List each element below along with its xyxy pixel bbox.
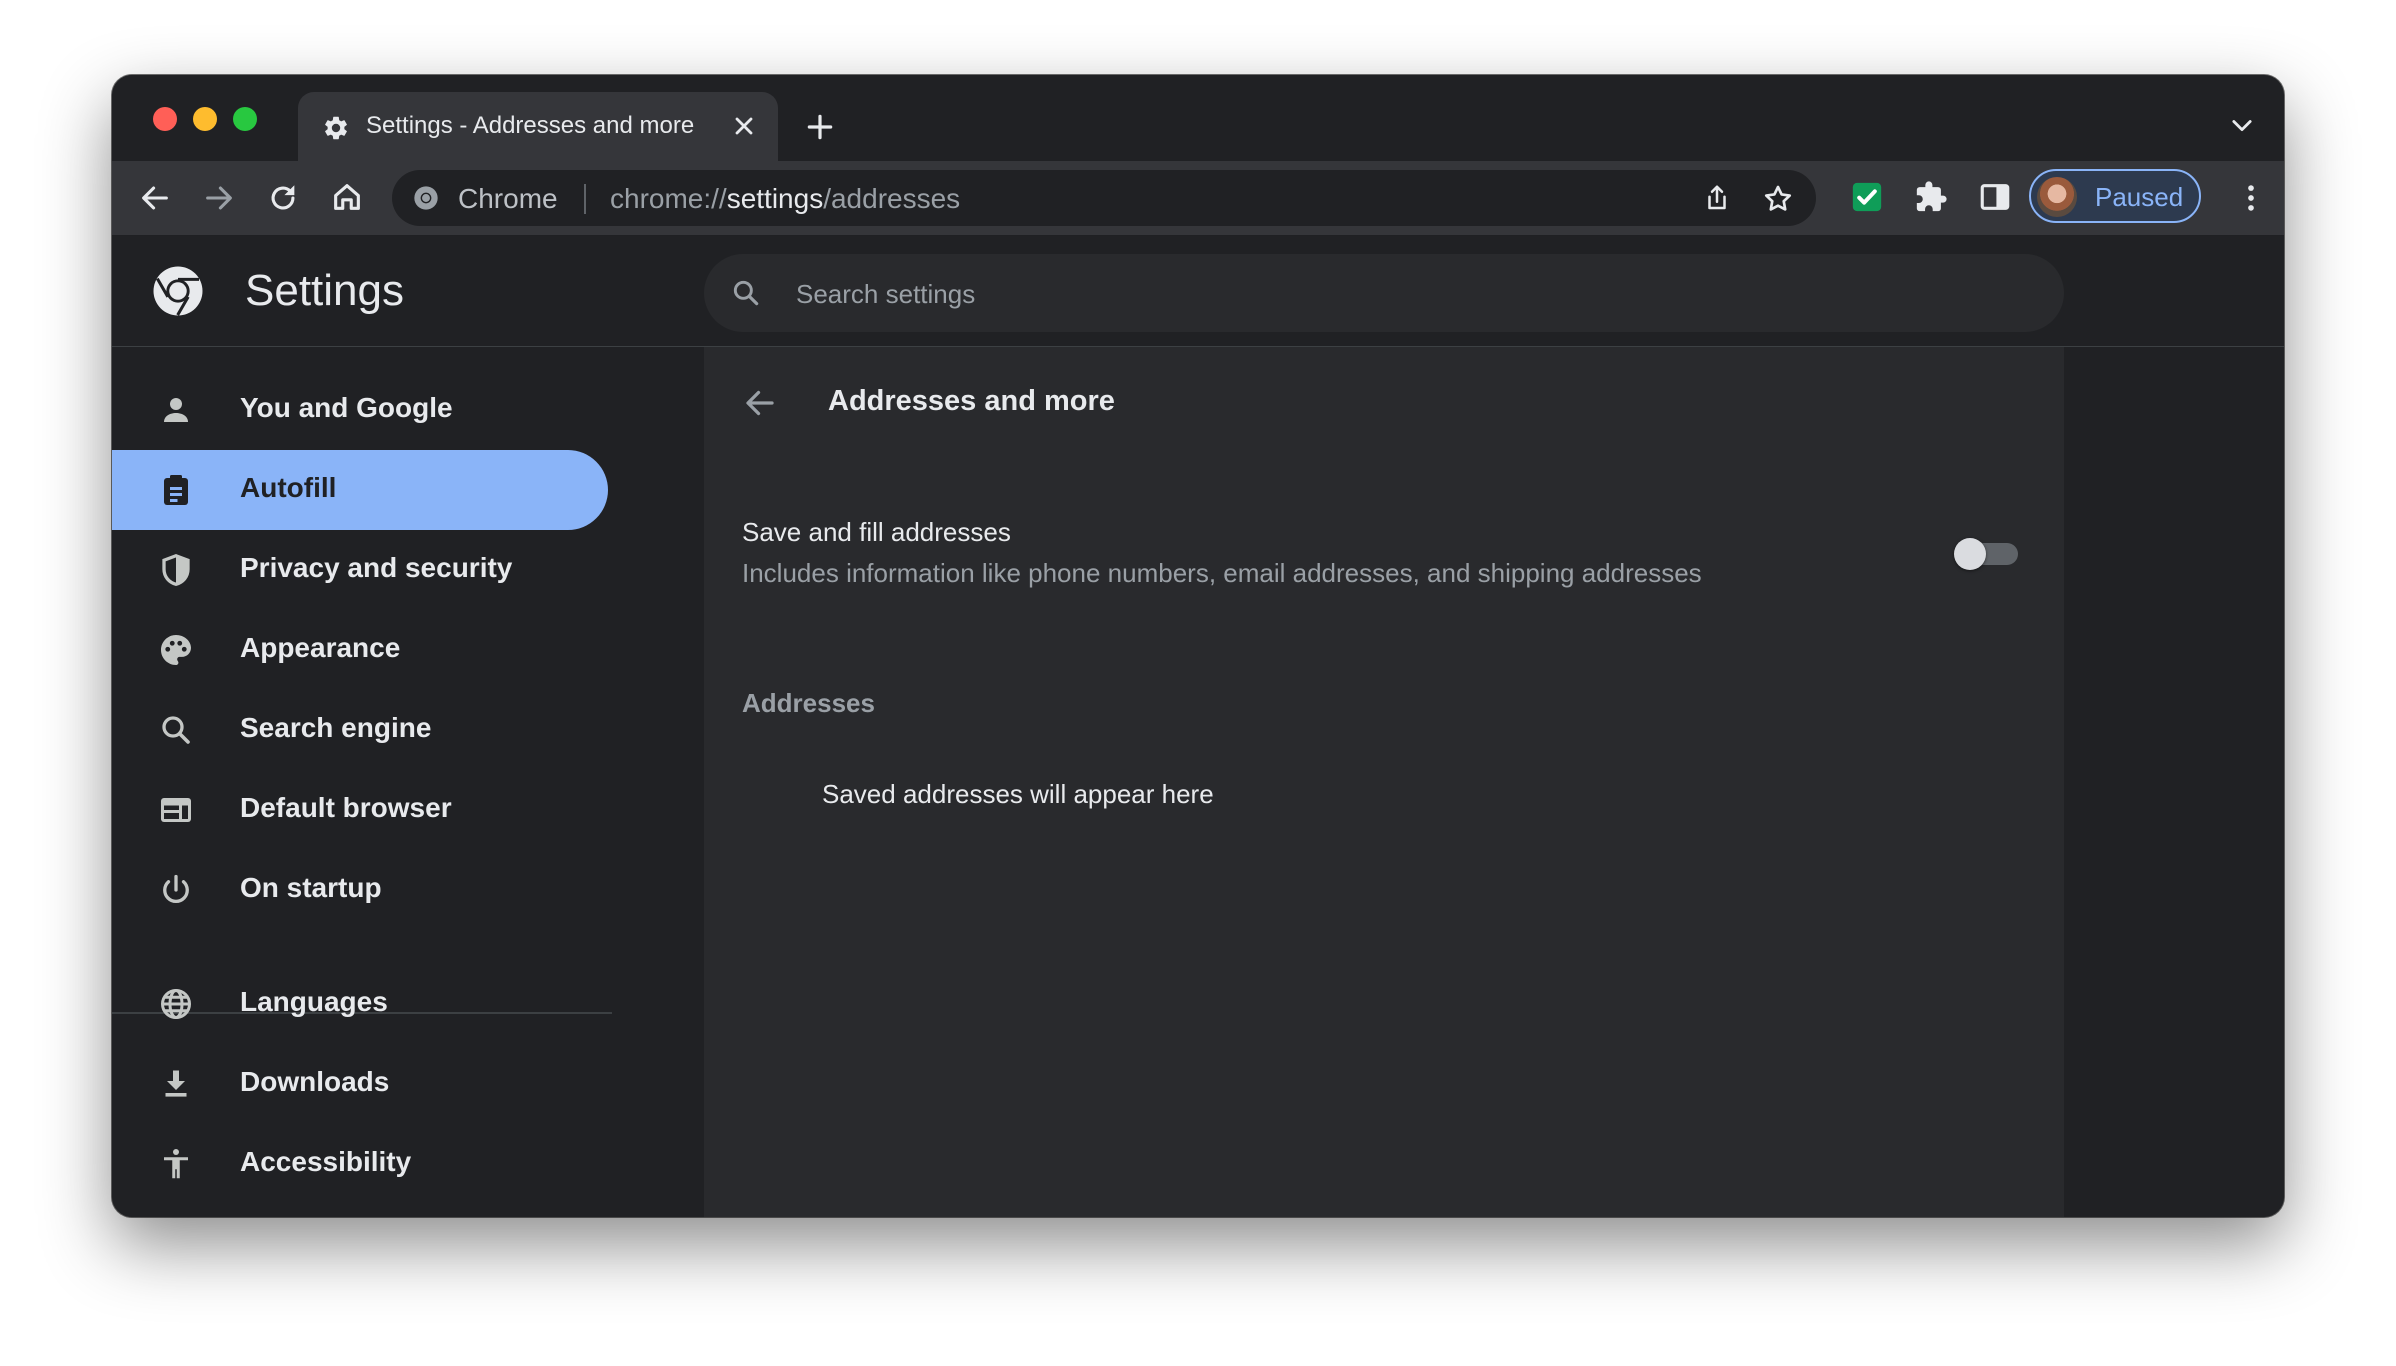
sidebar-item-label: Autofill — [240, 472, 337, 503]
puzzle-icon[interactable] — [1914, 180, 1948, 214]
tab-settings[interactable]: Settings - Addresses and more — [298, 92, 778, 161]
addresses-heading: Addresses — [742, 688, 875, 718]
sidebar-item-label: Appearance — [240, 632, 401, 663]
url-scheme: chrome:// — [610, 183, 727, 214]
home-icon[interactable] — [330, 180, 364, 214]
maximize-window-button[interactable] — [233, 107, 257, 131]
sidebar-item-default-browser[interactable]: Default browser — [112, 770, 608, 850]
forward-icon[interactable] — [202, 181, 236, 215]
back-icon[interactable] — [138, 181, 172, 215]
sidebar-item-label: On startup — [240, 872, 382, 903]
tab-title: Settings - Addresses and more — [366, 112, 695, 139]
sidebar-item-label: Languages — [240, 986, 388, 1017]
share-icon[interactable] — [1702, 183, 1732, 213]
chrome-icon — [414, 186, 438, 210]
bookmark-star-icon[interactable] — [1762, 183, 1794, 215]
palette-icon — [161, 635, 191, 665]
settings-card: Addresses and more Save and fill address… — [704, 347, 2064, 1217]
tab-strip: Settings - Addresses and more — [112, 75, 2284, 161]
person-icon — [164, 398, 188, 422]
new-tab-icon[interactable] — [804, 111, 836, 143]
save-fill-addresses-description: Includes information like phone numbers,… — [742, 558, 1702, 588]
browser-icon — [161, 798, 191, 822]
sidebar-item-search-engine[interactable]: Search engine — [112, 690, 608, 770]
url-text[interactable]: chrome://settings/addresses — [610, 183, 960, 215]
globe-icon — [161, 989, 191, 1019]
sidebar-item-label: Downloads — [240, 1066, 390, 1097]
sidebar-item-languages[interactable]: Languages — [112, 964, 608, 1044]
omnibox-separator — [584, 184, 586, 214]
search-icon — [162, 716, 190, 744]
toolbar: Chrome chrome://settings/addresses Pause… — [112, 161, 2284, 236]
accessibility-icon — [164, 1149, 188, 1179]
save-fill-addresses-toggle[interactable] — [1954, 538, 2018, 570]
clipboard-icon — [164, 475, 188, 505]
profile-status: Paused — [2095, 182, 2184, 212]
more-menu-icon[interactable] — [2234, 181, 2268, 215]
sidebar: You and Google Autofill Privacy and secu… — [112, 347, 712, 1217]
sidebar-item-you-and-google[interactable]: You and Google — [112, 370, 608, 450]
sidebar-item-on-startup[interactable]: On startup — [112, 850, 608, 930]
sidebar-item-label: Accessibility — [240, 1146, 412, 1177]
toggle-knob — [1954, 538, 1986, 570]
profile-button[interactable]: Paused — [2029, 169, 2201, 223]
sidebar-item-label: You and Google — [240, 392, 453, 423]
side-panel-icon[interactable] — [1978, 180, 2012, 214]
search-icon — [733, 280, 759, 306]
sidebar-item-autofill[interactable]: Autofill — [112, 450, 608, 530]
download-icon — [165, 1070, 187, 1097]
settings-header: Settings — [112, 236, 2284, 347]
settings-search[interactable] — [704, 254, 2064, 332]
close-tab-icon[interactable] — [730, 112, 758, 140]
save-fill-addresses-label: Save and fill addresses — [742, 517, 1011, 547]
close-window-button[interactable] — [153, 107, 177, 131]
sidebar-item-accessibility[interactable]: Accessibility — [112, 1124, 608, 1204]
browser-window: Settings - Addresses and more Chrome chr… — [112, 75, 2284, 1217]
omnibox-chip: Chrome — [458, 183, 558, 214]
sidebar-item-appearance[interactable]: Appearance — [112, 610, 608, 690]
shield-icon — [162, 553, 190, 586]
extension-check-icon[interactable] — [1850, 180, 1884, 214]
avatar — [2037, 177, 2077, 217]
empty-addresses-message: Saved addresses will appear here — [822, 779, 1214, 809]
sidebar-item-label: Default browser — [240, 792, 452, 823]
power-icon — [163, 874, 189, 904]
sidebar-item-label: Search engine — [240, 712, 432, 743]
url-host: settings — [726, 183, 824, 214]
sidebar-item-downloads[interactable]: Downloads — [112, 1044, 608, 1124]
search-input[interactable] — [794, 268, 1998, 320]
gear-icon — [325, 116, 347, 140]
address-bar[interactable]: Chrome chrome://settings/addresses — [392, 170, 1816, 226]
chrome-logo-icon — [153, 266, 203, 316]
settings-title: Settings — [245, 266, 404, 315]
settings-body: You and Google Autofill Privacy and secu… — [112, 347, 2284, 1217]
page-title: Addresses and more — [828, 385, 1115, 417]
url-path: /addresses — [823, 183, 961, 214]
minimize-window-button[interactable] — [193, 107, 217, 131]
chevron-down-icon[interactable] — [2228, 111, 2256, 139]
reload-icon[interactable] — [266, 181, 300, 215]
back-arrow-icon[interactable] — [742, 385, 778, 421]
sidebar-item-privacy-and-security[interactable]: Privacy and security — [112, 530, 608, 610]
sidebar-item-label: Privacy and security — [240, 552, 513, 583]
